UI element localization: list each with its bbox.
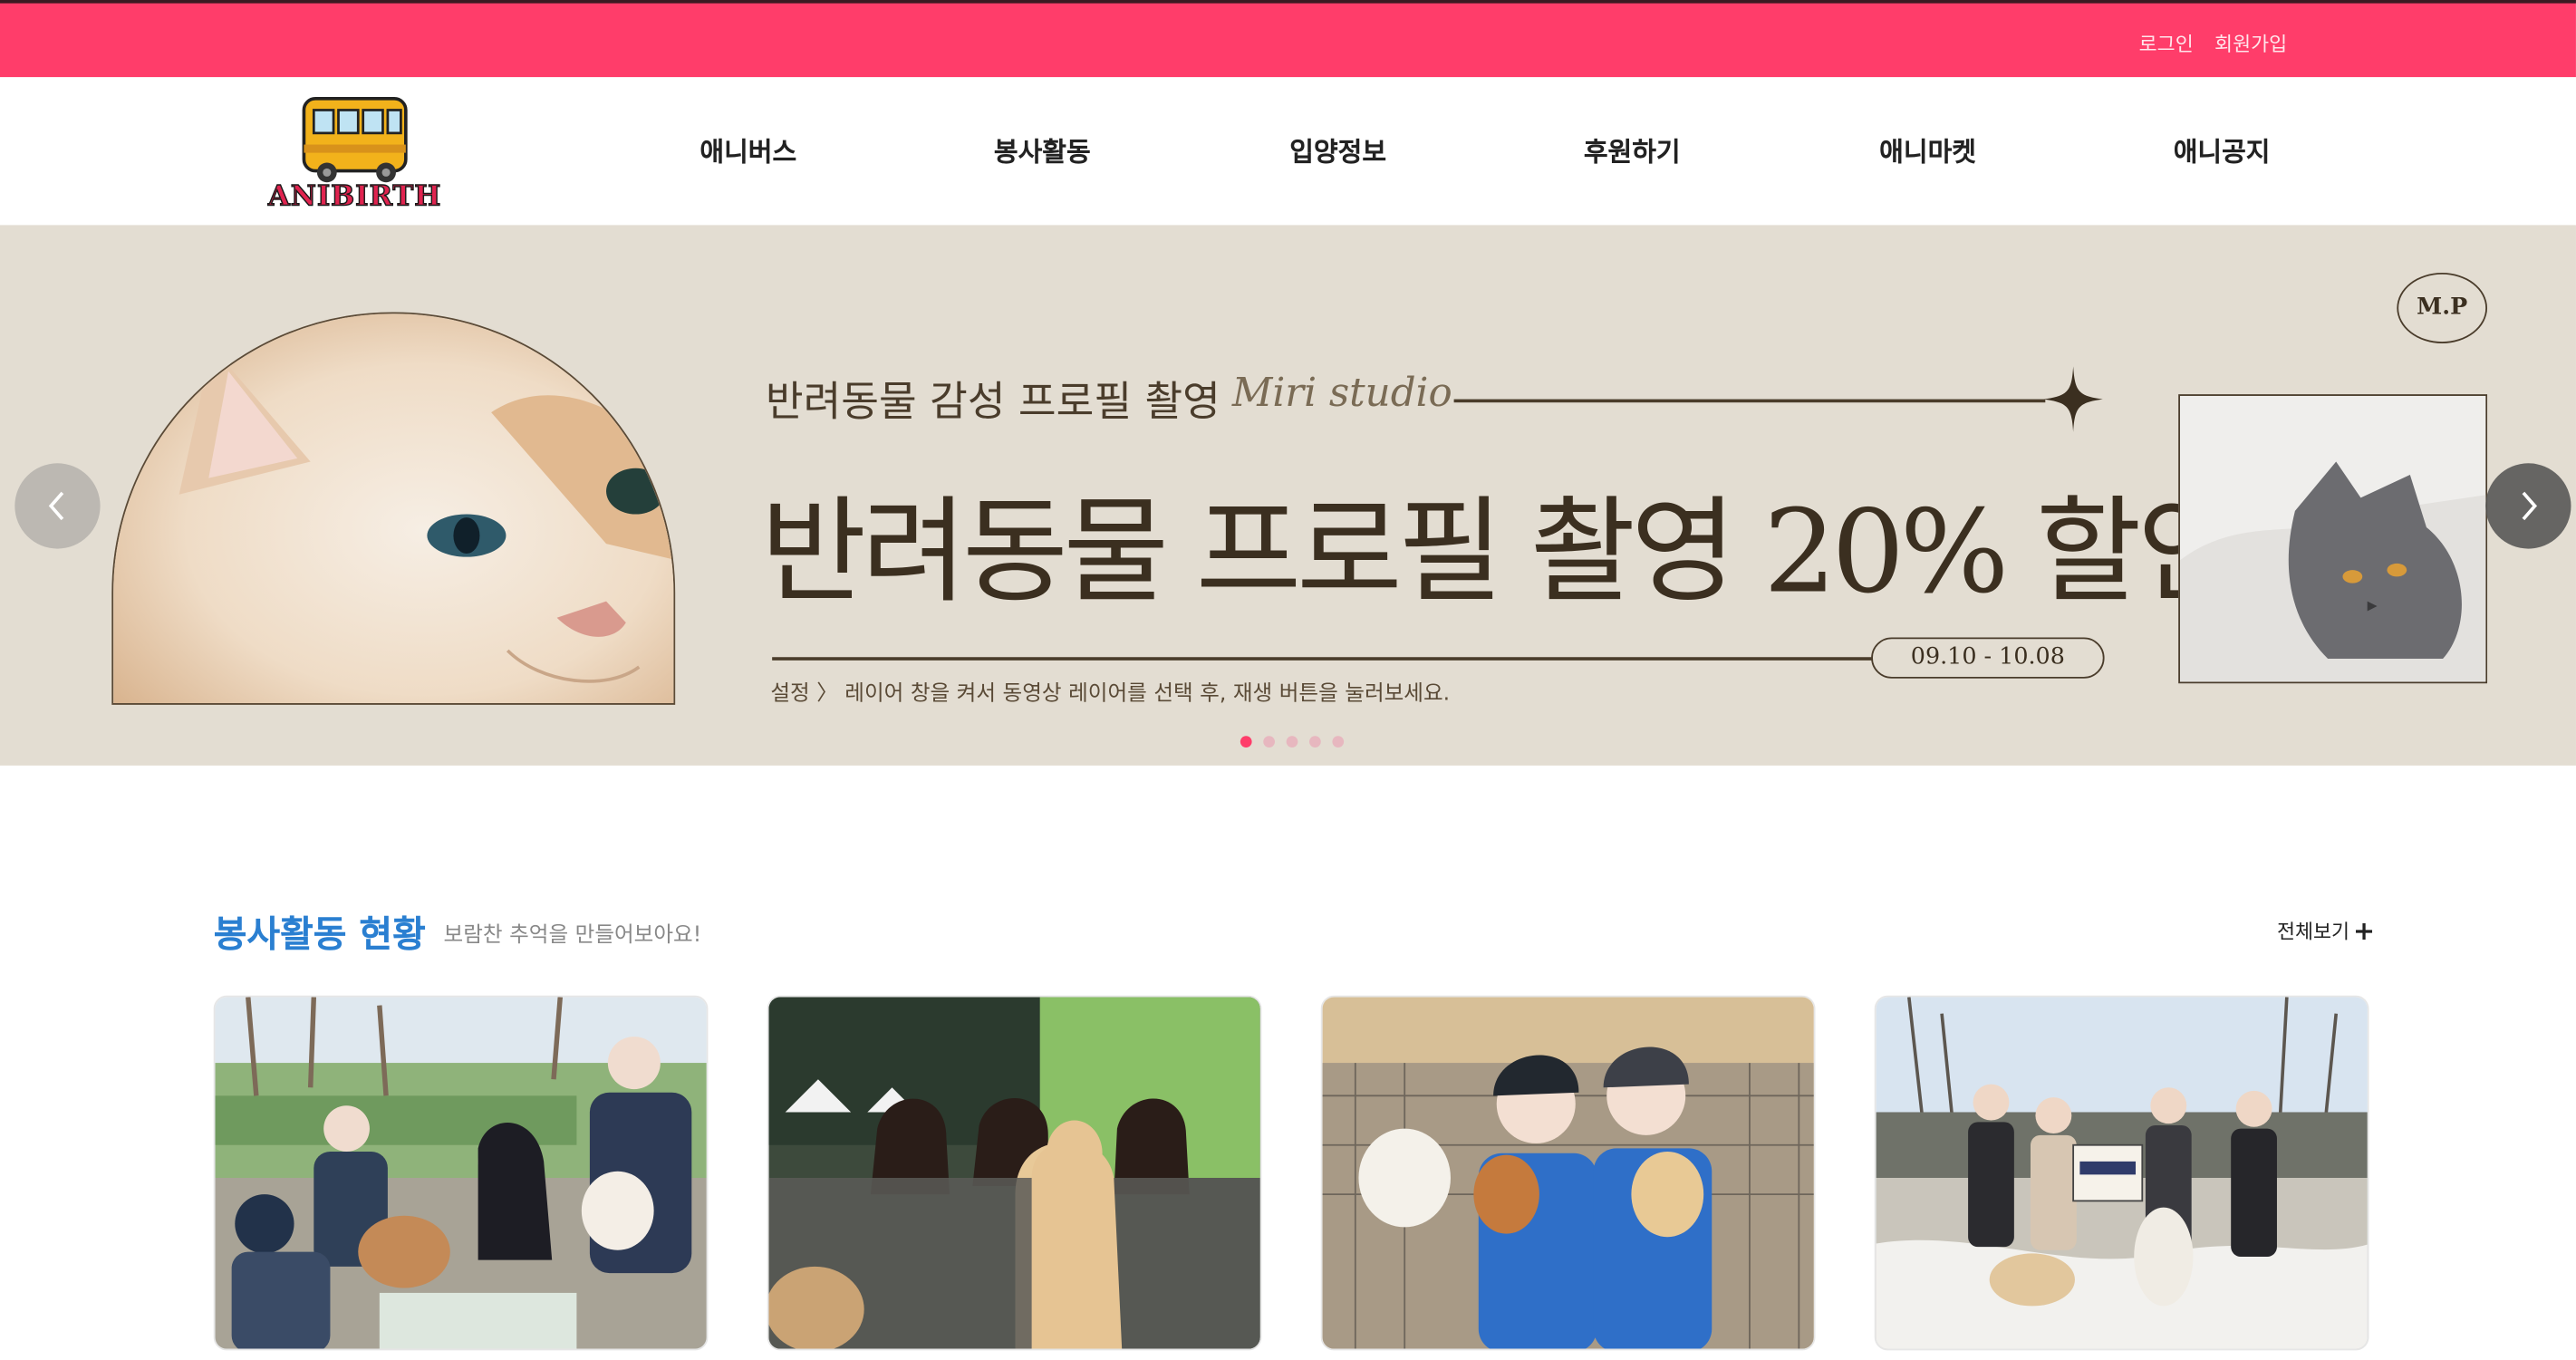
view-all-link[interactable]: 전체보기 (2276, 917, 2373, 945)
banner-date: 09.10 - 10.08 (1871, 637, 2105, 679)
volunteer-photo-2 (768, 997, 1260, 1349)
nav-notice[interactable]: 애니공지 (2174, 130, 2271, 169)
next-slide-button[interactable] (2485, 463, 2571, 549)
volunteer-photo-4 (1876, 997, 2368, 1349)
signup-link[interactable]: 회원가입 (2214, 30, 2287, 58)
header: ANIBIRTH 애니버스 봉사활동 입양정보 후원하기 애니마켓 애니공지 (0, 77, 2576, 226)
slide-indicators (1240, 736, 1345, 748)
login-link[interactable]: 로그인 (2139, 30, 2194, 58)
prev-slide-button[interactable] (14, 463, 101, 549)
banner-hint: 설정 〉 레이어 창을 켜서 동영상 레이어를 선택 후, 재생 버튼을 눌러보… (770, 681, 1451, 707)
cat-photo-right (2178, 394, 2488, 684)
cat-photo-left (111, 312, 676, 705)
nav-donate[interactable]: 후원하기 (1584, 130, 1681, 169)
volunteer-photo-card-4[interactable] (1874, 995, 2369, 1351)
nav-volunteer[interactable]: 봉사활동 (994, 130, 1091, 169)
page: 로그인 회원가입 ANIBIRTH 애니버스 봉사활동 입양정보 후원하기 애니… (0, 0, 2576, 1360)
mp-badge: M.P (2397, 272, 2488, 343)
promo-banner[interactable]: 반려동물 감성 프로필 촬영 Miri studio 반려동물 프로필 촬영 2… (0, 225, 2576, 766)
nav-adoption[interactable]: 입양정보 (1289, 130, 1386, 169)
volunteer-photo-card-2[interactable] (767, 995, 1262, 1351)
logo-text: ANIBIRTH (267, 180, 442, 215)
slide-dot-3[interactable] (1286, 736, 1298, 748)
divider (772, 657, 1873, 660)
chevron-right-icon (2522, 491, 2538, 521)
volunteer-photo-card-1[interactable] (213, 995, 709, 1351)
volunteer-photo-3 (1322, 997, 1814, 1349)
divider (1453, 399, 2046, 402)
volunteer-photo-card-3[interactable] (1320, 995, 1816, 1351)
nav-anibus[interactable]: 애니버스 (699, 130, 796, 169)
chevron-left-icon (48, 491, 64, 521)
banner-headline: 반려동물 프로필 촬영 20% 할인 (760, 484, 2242, 620)
section-title: 봉사활동 현황 (213, 914, 426, 957)
slide-dot-5[interactable] (1332, 736, 1345, 748)
sparkle-icon (2043, 366, 2103, 432)
plus-icon (2356, 922, 2373, 940)
slide-dot-4[interactable] (1309, 736, 1321, 748)
volunteer-photo-1 (215, 997, 707, 1349)
section-subtitle: 보람찬 추억을 만들어보아요! (443, 922, 702, 949)
banner-script: Miri studio (1231, 369, 1452, 416)
view-all-label: 전체보기 (2276, 920, 2350, 943)
slide-dot-1[interactable] (1240, 736, 1252, 748)
slide-dot-2[interactable] (1263, 736, 1275, 748)
top-bar: 로그인 회원가입 (0, 0, 2576, 78)
banner-subtitle: 반려동물 감성 프로필 촬영 (765, 378, 1220, 426)
logo[interactable]: ANIBIRTH (255, 92, 452, 215)
nav-market[interactable]: 애니마켓 (1879, 130, 1976, 169)
